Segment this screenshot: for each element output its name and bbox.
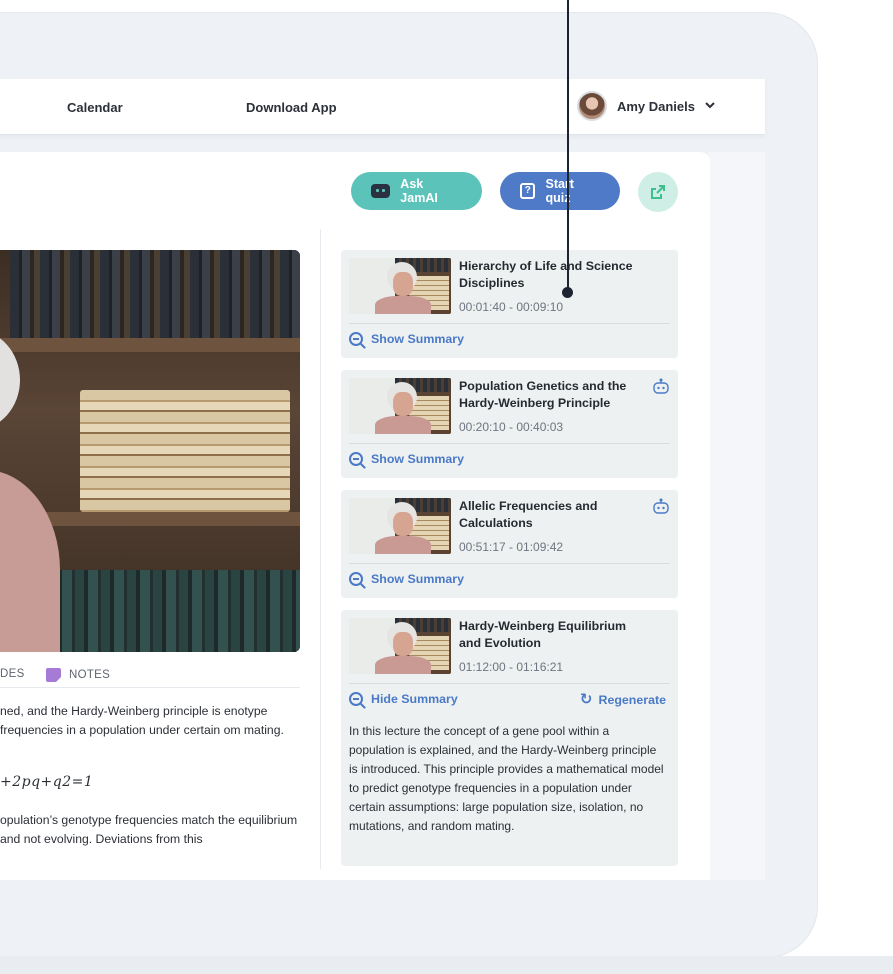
- nav-calendar-link[interactable]: Calendar: [67, 100, 123, 115]
- notes-paragraph: opulation’s genotype frequencies match t…: [0, 813, 298, 846]
- hide-summary-button[interactable]: Hide Summary: [349, 692, 458, 706]
- refresh-icon: ↻: [579, 691, 593, 708]
- chapter-summary-text: In this lecture the concept of a gene po…: [349, 724, 664, 833]
- floor-shadow: [0, 956, 893, 974]
- chapter-time: 00:01:40 - 00:09:10: [459, 300, 564, 314]
- show-summary-button[interactable]: Show Summary: [349, 332, 464, 346]
- regenerate-button[interactable]: ↻ Regenerate: [580, 692, 666, 707]
- robot-icon: [371, 184, 391, 198]
- start-quiz-button[interactable]: ? Start quiz: [500, 172, 620, 210]
- callout-pointer-line: [567, 0, 569, 292]
- chapter-time: 00:51:17 - 01:09:42: [459, 540, 564, 554]
- chapter-title: Hierarchy of Life and Science Discipline…: [459, 259, 633, 290]
- summary-icon: [349, 572, 363, 586]
- summary-icon: [349, 332, 363, 346]
- chapter-item-expanded[interactable]: Hardy-Weinberg Equilibrium and Evolution…: [341, 610, 678, 866]
- notes-paragraph: ned, and the Hardy-Weinberg principle is…: [0, 704, 284, 737]
- chapter-title: Population Genetics and the Hardy-Weinbe…: [459, 379, 627, 410]
- open-external-button[interactable]: [638, 172, 678, 212]
- side-panel: [708, 152, 765, 880]
- chapter-title: Hardy-Weinberg Equilibrium and Evolution: [459, 619, 627, 650]
- chevron-down-icon: [705, 100, 715, 112]
- chapter-item[interactable]: Allelic Frequencies and Calculations 00:…: [341, 490, 678, 598]
- regenerate-label: Regenerate: [598, 692, 667, 707]
- external-link-icon: [651, 185, 665, 199]
- hide-summary-label: Hide Summary: [371, 692, 458, 706]
- start-quiz-label: Start quiz: [545, 177, 574, 205]
- content-tabs: DES NOTES: [0, 664, 300, 688]
- chapter-item[interactable]: Population Genetics and the Hardy-Weinbe…: [341, 370, 678, 478]
- ask-jamai-button[interactable]: Ask JamAI: [351, 172, 482, 210]
- nav-download-app-link[interactable]: Download App: [246, 100, 337, 115]
- chapter-item[interactable]: Hierarchy of Life and Science Discipline…: [341, 250, 678, 358]
- avatar[interactable]: [576, 91, 607, 121]
- chapter-time: 00:20:10 - 00:40:03: [459, 420, 564, 434]
- chapter-thumbnail: [349, 498, 451, 554]
- ask-jamai-label: Ask JamAI: [400, 177, 438, 205]
- callout-pointer-dot: [562, 287, 573, 298]
- tab-notes-label: NOTES: [69, 669, 111, 681]
- note-icon: [46, 668, 61, 682]
- show-summary-button[interactable]: Show Summary: [349, 572, 464, 586]
- user-name: Amy Daniels: [616, 98, 695, 114]
- show-summary-button[interactable]: Show Summary: [349, 452, 464, 466]
- ai-robot-icon: [653, 378, 669, 394]
- ai-robot-icon: [653, 498, 669, 514]
- summary-icon: [349, 452, 363, 466]
- tab-notes[interactable]: NOTES: [46, 668, 110, 682]
- video-player[interactable]: [0, 250, 300, 652]
- show-summary-label: Show Summary: [371, 332, 464, 346]
- notes-formula: +2pq+q2=1: [0, 774, 94, 790]
- quiz-icon: ?: [520, 183, 536, 199]
- chapter-thumbnail: [349, 378, 451, 434]
- chapter-thumbnail: [349, 618, 451, 674]
- chapter-time: 01:12:00 - 01:16:21: [459, 660, 564, 674]
- show-summary-label: Show Summary: [371, 572, 464, 586]
- column-divider: [320, 229, 321, 869]
- chapter-thumbnail: [349, 258, 451, 314]
- chapter-title: Allelic Frequencies and Calculations: [459, 499, 598, 530]
- show-summary-label: Show Summary: [371, 452, 464, 466]
- summary-icon: [349, 692, 363, 706]
- tab-slides[interactable]: DES: [0, 668, 25, 680]
- top-navigation-bar: Calendar Download App Amy Daniels: [0, 79, 765, 135]
- user-menu[interactable]: Amy Daniels: [576, 91, 715, 121]
- lecturer-figure: [0, 330, 80, 652]
